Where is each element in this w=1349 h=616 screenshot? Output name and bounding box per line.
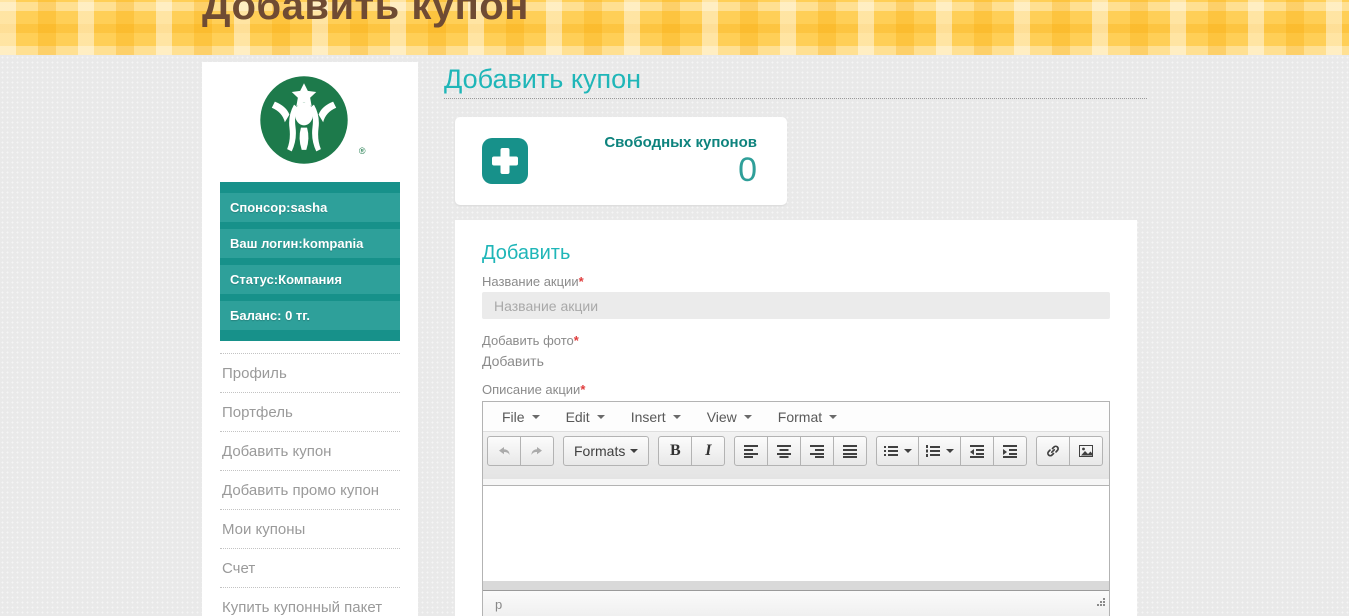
editor-statusbar: p: [483, 591, 1109, 616]
required-mark: *: [573, 333, 579, 348]
outdent-icon: [970, 445, 985, 458]
outdent-button[interactable]: [960, 436, 995, 466]
resize-grip-icon[interactable]: [1096, 595, 1106, 610]
sidebar-item-add-promo-coupon[interactable]: Добавить промо купон: [220, 471, 400, 510]
sidebar-item-account[interactable]: Счет: [220, 549, 400, 588]
editor-toolbar: Formats B I: [483, 432, 1109, 479]
editor-toolbar-divider: [483, 479, 1109, 486]
description-field-label: Описание акции*: [482, 382, 586, 397]
sidebar-item-portfolio[interactable]: Портфель: [220, 393, 400, 432]
required-mark: *: [580, 382, 586, 397]
sidebar-item-my-coupons[interactable]: Мои купоны: [220, 510, 400, 549]
bold-icon: B: [670, 442, 681, 459]
menu-insert[interactable]: Insert: [618, 402, 694, 432]
account-info-block: Спонсор:sasha Ваш логин:kompania Статус:…: [220, 182, 400, 341]
page-header-title: Добавить купон: [202, 0, 529, 28]
menu-edit[interactable]: Edit: [553, 402, 618, 432]
insert-image-button[interactable]: [1069, 436, 1104, 466]
align-justify-icon: [843, 445, 858, 458]
indent-icon: [1003, 445, 1018, 458]
align-center-button[interactable]: [767, 436, 802, 466]
align-left-icon: [744, 445, 759, 458]
editor-element-path: p: [495, 597, 503, 612]
menu-format[interactable]: Format: [765, 402, 850, 432]
sidebar-item-add-coupon[interactable]: Добавить купон: [220, 432, 400, 471]
menu-view[interactable]: View: [694, 402, 765, 432]
registered-mark: ®: [358, 146, 366, 156]
bold-button[interactable]: B: [658, 436, 693, 466]
free-coupons-count: 0: [738, 151, 757, 189]
status-info: Статус:Компания: [220, 265, 400, 294]
italic-button[interactable]: I: [691, 436, 726, 466]
bullet-list-button[interactable]: [876, 436, 920, 466]
italic-icon: I: [705, 442, 712, 459]
numbered-list-button[interactable]: [918, 436, 962, 466]
editor-horizontal-scrollbar[interactable]: [483, 581, 1109, 591]
login-info: Ваш логин:kompania: [220, 229, 400, 258]
sidebar-item-buy-coupon-package[interactable]: Купить купонный пакет: [220, 588, 400, 616]
chevron-down-icon: [946, 449, 955, 453]
undo-icon: [499, 447, 510, 455]
add-coupon-form: Добавить Название акции* Добавить фото* …: [455, 220, 1137, 616]
numbered-list-icon: [926, 445, 941, 457]
title-divider: [444, 98, 1147, 99]
form-title: Добавить: [482, 242, 571, 264]
sidebar: ® Спонсор:sasha Ваш логин:kompania Стату…: [202, 62, 418, 616]
menu-file[interactable]: File: [489, 402, 553, 432]
sidebar-item-profile[interactable]: Профиль: [220, 354, 400, 393]
formats-dropdown[interactable]: Formats: [563, 436, 650, 466]
page-header: Добавить купон: [0, 0, 1349, 55]
balance-info: Баланс: 0 тг.: [220, 301, 400, 330]
link-icon: [1047, 445, 1060, 457]
insert-link-button[interactable]: [1036, 436, 1071, 466]
indent-button[interactable]: [993, 436, 1028, 466]
promo-name-input[interactable]: [482, 292, 1110, 319]
chevron-down-icon: [829, 414, 838, 419]
editor-content-area[interactable]: [483, 486, 1109, 581]
required-mark: *: [578, 274, 584, 289]
align-justify-button[interactable]: [833, 436, 868, 466]
page-title: Добавить купон: [444, 64, 641, 94]
align-left-button[interactable]: [734, 436, 769, 466]
starbucks-siren-icon: [260, 76, 349, 164]
name-field-label: Название акции*: [482, 274, 584, 289]
free-coupons-label: Свободных купонов: [604, 134, 757, 151]
description-rich-text-editor: File Edit Insert View Format Formats B I…: [482, 401, 1110, 616]
align-center-icon: [777, 445, 792, 458]
chevron-down-icon: [596, 414, 605, 419]
redo-button[interactable]: [520, 436, 554, 466]
sponsor-info: Спонсор:sasha: [220, 193, 400, 222]
editor-menubar: File Edit Insert View Format: [483, 402, 1109, 432]
chevron-down-icon: [743, 414, 752, 419]
photo-field-label: Добавить фото*: [482, 333, 579, 348]
company-logo: ®: [202, 74, 418, 182]
chevron-down-icon: [630, 449, 639, 453]
align-right-button[interactable]: [800, 436, 835, 466]
redo-icon: [531, 447, 542, 455]
chevron-down-icon: [904, 449, 913, 453]
align-right-icon: [810, 445, 825, 458]
sidebar-nav: Профиль Портфель Добавить купон Добавить…: [220, 353, 400, 616]
chevron-down-icon: [672, 414, 681, 419]
image-icon: [1079, 445, 1094, 457]
add-photo-button[interactable]: Добавить: [482, 353, 544, 369]
bullet-list-icon: [884, 446, 899, 456]
undo-button[interactable]: [487, 436, 521, 466]
free-coupons-card: Свободных купонов 0: [455, 117, 787, 205]
add-coupon-plus-button[interactable]: [482, 138, 528, 184]
chevron-down-icon: [531, 414, 540, 419]
